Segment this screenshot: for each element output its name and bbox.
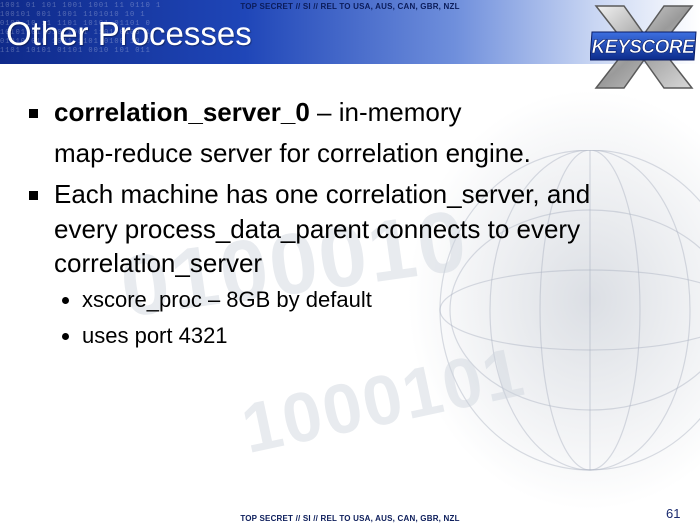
bullet-2-line-1: Each machine has one correlation_server,… (54, 179, 591, 209)
keyscore-logo: KEYSCORE (590, 5, 697, 89)
bullet-1-text: – in-memory (309, 97, 462, 127)
process-name: correlation_server_0 (54, 97, 310, 127)
page-number: 61 (666, 506, 681, 521)
svg-text:KEYSCORE: KEYSCORE (592, 37, 696, 58)
slide-title: Other Processes (6, 15, 252, 52)
sub-bullet-marker (62, 333, 69, 340)
sub-bullet-2: uses port 4321 (82, 323, 228, 348)
bullet-marker (29, 109, 38, 118)
slide: 1001 01 101 1001 1001 11 0110 1 100101 0… (0, 0, 700, 525)
bullet-marker (29, 191, 38, 200)
sub-bullet-marker (62, 297, 69, 304)
bullet-2-line-2: every process_data_parent connects to ev… (54, 214, 581, 244)
classification-banner-bottom: TOP SECRET // SI // REL TO USA, AUS, CAN… (240, 514, 460, 523)
bullet-2-line-3: correlation_server (54, 248, 263, 278)
bullet-1-line-1: correlation_server_0 – in-memory (54, 97, 462, 127)
bullet-1-line-2: map-reduce server for correlation engine… (54, 138, 531, 168)
sub-bullet-1: xscore_proc – 8GB by default (82, 287, 372, 312)
